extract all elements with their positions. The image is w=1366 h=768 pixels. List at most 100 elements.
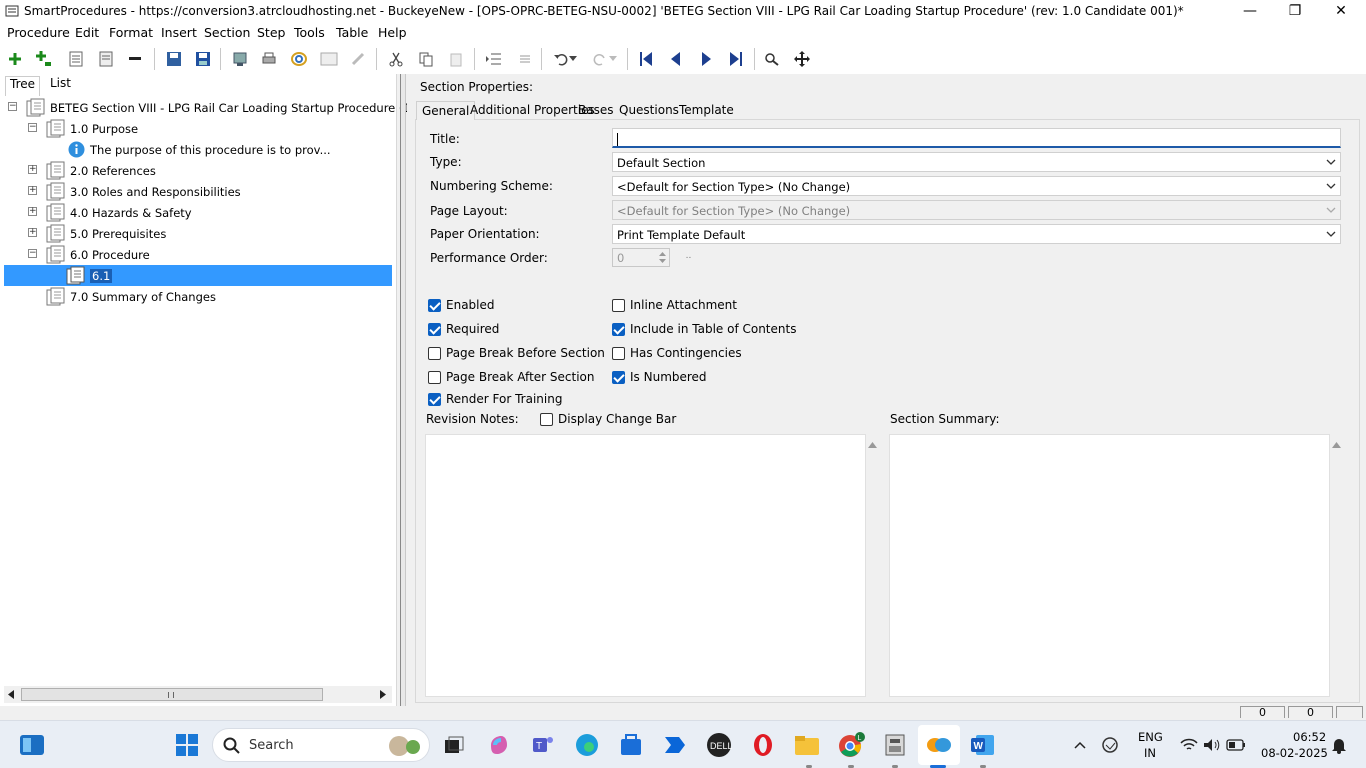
edge-icon[interactable] (573, 731, 601, 759)
tree-node-prerequisites[interactable]: + 5.0 Prerequisites (2, 223, 395, 244)
expand-icon[interactable]: + (28, 165, 37, 174)
tree-node-purpose-text[interactable]: The purpose of this procedure is to prov… (2, 139, 395, 160)
tree-node-procedure[interactable]: − 6.0 Procedure (2, 244, 395, 265)
tree-node-hazards[interactable]: + 4.0 Hazards & Safety (2, 202, 395, 223)
collapse-icon[interactable]: − (28, 123, 37, 132)
region-indicator[interactable]: IN (1144, 746, 1156, 760)
numbering-scheme-select[interactable]: <Default for Section Type> (No Change) (612, 176, 1341, 196)
file-explorer-icon[interactable] (793, 731, 821, 759)
word-icon[interactable]: W (969, 731, 997, 759)
menu-help[interactable]: Help (378, 25, 407, 40)
spell-check-icon[interactable] (287, 47, 311, 71)
tree-node-purpose[interactable]: − 1.0 Purpose (2, 118, 395, 139)
tab-template[interactable]: Template (674, 101, 739, 120)
menu-procedure[interactable]: Procedure (7, 25, 70, 40)
paste-icon[interactable] (444, 47, 468, 71)
spin-icon[interactable] (659, 251, 666, 264)
minimize-button[interactable]: — (1227, 0, 1273, 22)
power-automate-icon[interactable] (661, 731, 689, 759)
menu-step[interactable]: Step (257, 25, 285, 40)
previous-icon[interactable] (664, 47, 688, 71)
menu-insert[interactable]: Insert (161, 25, 197, 40)
first-icon[interactable] (634, 47, 658, 71)
clock-time[interactable]: 06:52 (1293, 730, 1326, 744)
maximize-button[interactable]: ❐ (1272, 0, 1318, 22)
scroll-right-icon[interactable] (380, 690, 386, 699)
add-child-icon[interactable] (32, 47, 56, 71)
scroll-up-icon[interactable] (868, 442, 877, 448)
widgets-icon[interactable] (18, 731, 46, 759)
expand-icon[interactable]: + (28, 207, 37, 216)
battery-icon[interactable] (1222, 731, 1250, 759)
tab-tree[interactable]: Tree (5, 76, 41, 96)
next-icon[interactable] (694, 47, 718, 71)
show-hidden-icons-icon[interactable] (1066, 731, 1094, 759)
list-icon[interactable] (64, 47, 88, 71)
tree-node-roles[interactable]: + 3.0 Roles and Responsibilities (2, 181, 395, 202)
tree-node-references[interactable]: + 2.0 References (2, 160, 395, 181)
page-layout-select[interactable]: <Default for Section Type> (No Change) (612, 200, 1341, 220)
paper-orientation-select[interactable]: Print Template Default (612, 224, 1341, 244)
menu-section[interactable]: Section (204, 25, 250, 40)
remote-desktop-icon[interactable] (881, 731, 909, 759)
teams-icon[interactable]: T (529, 731, 557, 759)
menu-tools[interactable]: Tools (294, 25, 325, 40)
last-icon[interactable] (724, 47, 748, 71)
indent-icon[interactable] (482, 47, 506, 71)
pane-splitter[interactable] (400, 74, 406, 706)
mail-icon[interactable] (317, 47, 341, 71)
section-summary-textarea[interactable] (889, 434, 1341, 697)
tree-label: 4.0 Hazards & Safety (70, 206, 192, 220)
menu-format[interactable]: Format (109, 25, 153, 40)
store-icon[interactable] (617, 731, 645, 759)
undo-dropdown-icon[interactable] (566, 47, 580, 71)
opera-icon[interactable] (749, 731, 777, 759)
scroll-up-icon[interactable] (1332, 442, 1341, 448)
scroll-thumb[interactable] (21, 688, 323, 701)
cut-icon[interactable] (384, 47, 408, 71)
expand-icon[interactable]: + (28, 186, 37, 195)
find-icon[interactable] (760, 47, 784, 71)
delete-icon[interactable] (123, 47, 147, 71)
scroll-left-icon[interactable] (8, 690, 14, 699)
chrome-icon[interactable]: L (837, 731, 865, 759)
add-icon[interactable] (3, 47, 27, 71)
collapse-icon[interactable]: − (8, 102, 17, 111)
copy-icon[interactable] (414, 47, 438, 71)
dell-icon[interactable]: DELL (705, 731, 733, 759)
tree-node-summary[interactable]: 7.0 Summary of Changes (2, 286, 395, 307)
redo-dropdown-icon[interactable] (606, 47, 620, 71)
tree-node-root[interactable]: − BETEG Section VIII - LPG Rail Car Load… (2, 97, 433, 118)
tab-bases[interactable]: Bases (573, 101, 618, 120)
notifications-icon[interactable] (1325, 731, 1353, 759)
revision-notes-textarea[interactable] (425, 434, 877, 697)
collapse-icon[interactable]: − (28, 249, 37, 258)
performance-order-button[interactable]: .. (678, 251, 699, 267)
taskbar-search[interactable]: Search (212, 728, 430, 762)
type-select[interactable]: Default Section (612, 152, 1341, 172)
save-icon[interactable] (191, 47, 215, 71)
tools-icon[interactable] (346, 47, 370, 71)
language-indicator[interactable]: ENG (1138, 730, 1163, 744)
print-icon[interactable] (257, 47, 281, 71)
tab-list[interactable]: List (46, 76, 75, 94)
expand-icon[interactable]: + (28, 228, 37, 237)
menu-edit[interactable]: Edit (75, 25, 99, 40)
title-input[interactable] (612, 128, 1341, 148)
menu-table[interactable]: Table (336, 25, 368, 40)
document-icon[interactable] (94, 47, 118, 71)
move-icon[interactable] (790, 47, 814, 71)
copilot-icon[interactable] (485, 731, 513, 759)
clock-date[interactable]: 08-02-2025 (1261, 746, 1328, 760)
sync-icon[interactable] (1097, 731, 1125, 759)
tree-node-6-1-selected[interactable]: 6.1 (4, 265, 392, 286)
export-icon[interactable] (228, 47, 252, 71)
start-icon[interactable] (173, 731, 201, 759)
task-view-icon[interactable] (440, 731, 468, 759)
close-button[interactable]: ✕ (1318, 0, 1364, 22)
outdent-icon[interactable] (511, 47, 535, 71)
save-all-icon[interactable] (162, 47, 186, 71)
smartprocedures-icon[interactable] (925, 731, 953, 759)
performance-order-stepper[interactable]: 0 (612, 248, 670, 267)
tree-horizontal-scrollbar[interactable] (4, 686, 392, 703)
